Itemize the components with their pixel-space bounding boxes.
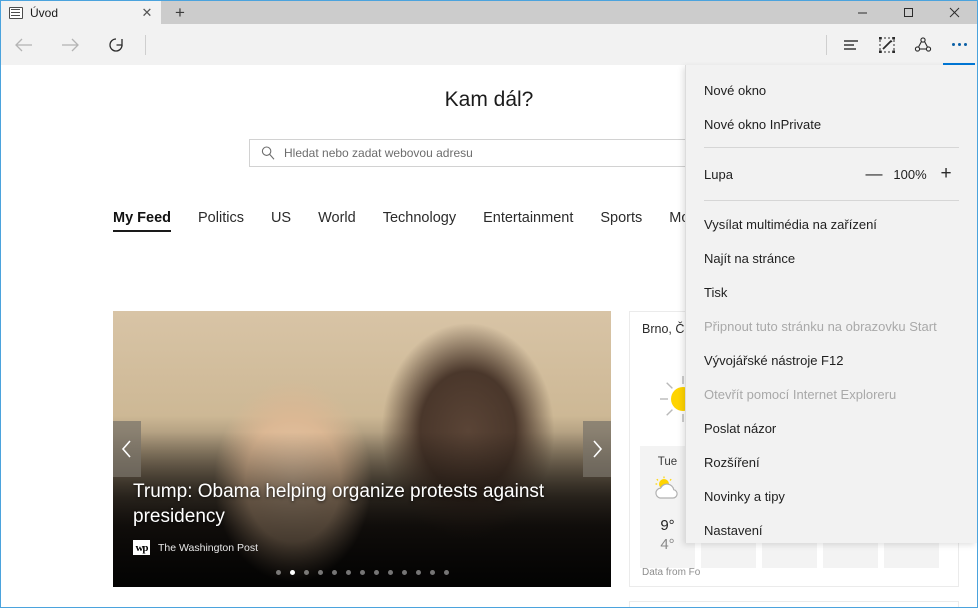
carousel-dot[interactable] [331, 570, 337, 575]
tab-world[interactable]: World [318, 210, 356, 232]
menu-divider [704, 200, 959, 201]
carousel-dot[interactable] [429, 570, 435, 575]
new-tab-button[interactable]: + [161, 1, 199, 24]
forecast-day-label: Tue [657, 456, 678, 468]
carousel-dot[interactable] [359, 570, 365, 575]
hero-source: wp The Washington Post [133, 540, 258, 555]
carousel-dot[interactable] [387, 570, 393, 575]
browser-tab[interactable]: Úvod ✕ [1, 1, 161, 24]
tab-technology[interactable]: Technology [383, 210, 456, 232]
menu-item-find-on-page[interactable]: Najít na stránce [686, 241, 977, 275]
menu-item-new-inprivate-window[interactable]: Nové okno InPrivate [686, 107, 977, 141]
tab-politics[interactable]: Politics [198, 210, 244, 232]
tab-entertainment[interactable]: Entertainment [483, 210, 573, 232]
carousel-dot[interactable] [415, 570, 421, 575]
weather-attribution: Data from Fo [642, 567, 701, 578]
carousel-dot[interactable] [317, 570, 323, 575]
maximize-icon[interactable] [885, 1, 931, 24]
hero-news-card[interactable]: Trump: Obama helping organize protests a… [113, 311, 611, 587]
search-icon [260, 145, 278, 161]
browser-window: Úvod ✕ + Kam dál? Hledat nebo zadat webo… [0, 0, 978, 608]
menu-zoom-row: Lupa — 100% + [686, 154, 977, 194]
tab-sports[interactable]: Sports [600, 210, 642, 232]
window-controls [839, 1, 977, 24]
minimize-icon[interactable] [839, 1, 885, 24]
menu-item-pin-to-start: Připnout tuto stránku na obrazovku Start [704, 318, 937, 334]
web-note-icon[interactable] [869, 24, 905, 65]
toolbar-right [820, 24, 977, 65]
menu-item-print[interactable]: Tisk [686, 275, 977, 309]
close-tab-icon[interactable]: ✕ [139, 5, 155, 21]
back-arrow-icon[interactable] [1, 24, 47, 65]
partly-cloudy-icon [651, 476, 685, 507]
settings-menu-panel: Nové okno Nové okno InPrivate Lupa — 100… [685, 65, 977, 543]
tab-us[interactable]: US [271, 210, 291, 232]
tab-title: Úvod [30, 5, 59, 20]
carousel-prev-button[interactable] [113, 421, 141, 477]
hub-icon[interactable] [833, 24, 869, 65]
navigation-bar [1, 24, 977, 65]
carousel-next-button[interactable] [583, 421, 611, 477]
carousel-dot[interactable] [401, 570, 407, 575]
sports-widget[interactable]: Premier League › 27 Feb 3 1 [629, 601, 959, 607]
menu-item-settings[interactable]: Nastavení [686, 513, 977, 543]
menu-item-extensions[interactable]: Rozšíření [686, 445, 977, 479]
close-icon[interactable] [931, 1, 977, 24]
carousel-dot[interactable] [443, 570, 449, 575]
zoom-value: 100% [893, 166, 927, 182]
forecast-low: 4° [660, 536, 675, 553]
feed-tabs: My Feed Politics US World Technology Ent… [113, 210, 752, 240]
carousel-dot[interactable] [275, 570, 281, 575]
hero-source-name: The Washington Post [158, 541, 258, 554]
refresh-icon[interactable] [93, 24, 139, 65]
menu-item-open-with-ie: Otevřít pomocí Internet Exploreru [704, 386, 897, 402]
hero-headline: Trump: Obama helping organize protests a… [133, 481, 545, 527]
menu-item-cast-media[interactable]: Vysílat multimédia na zařízení [686, 207, 977, 241]
zoom-label: Lupa [704, 166, 733, 182]
carousel-dot[interactable] [373, 570, 379, 575]
carousel-dot[interactable] [345, 570, 351, 575]
menu-divider [704, 147, 959, 148]
washington-post-logo-icon: wp [133, 540, 150, 555]
menu-item-developer-tools[interactable]: Vývojářské nástroje F12 [686, 343, 977, 377]
carousel-dots[interactable] [113, 570, 611, 575]
tab-my-feed[interactable]: My Feed [113, 210, 172, 232]
title-bar: Úvod ✕ + [1, 1, 977, 24]
zoom-out-button[interactable]: — [861, 164, 887, 184]
toolbar-divider-right [826, 34, 827, 55]
menu-item-whats-new-tips[interactable]: Novinky a tipy [686, 479, 977, 513]
menu-item-new-window[interactable]: Nové okno [686, 73, 977, 107]
carousel-dot[interactable] [303, 570, 309, 575]
share-icon[interactable] [905, 24, 941, 65]
toolbar-divider [145, 34, 146, 55]
more-dots-icon[interactable] [941, 24, 977, 65]
forward-arrow-icon[interactable] [47, 24, 93, 65]
page-icon [9, 6, 23, 19]
carousel-dot[interactable] [289, 570, 295, 575]
menu-item-send-feedback[interactable]: Poslat názor [686, 411, 977, 445]
forecast-high: 9° [660, 517, 675, 534]
zoom-in-button[interactable]: + [933, 163, 959, 185]
